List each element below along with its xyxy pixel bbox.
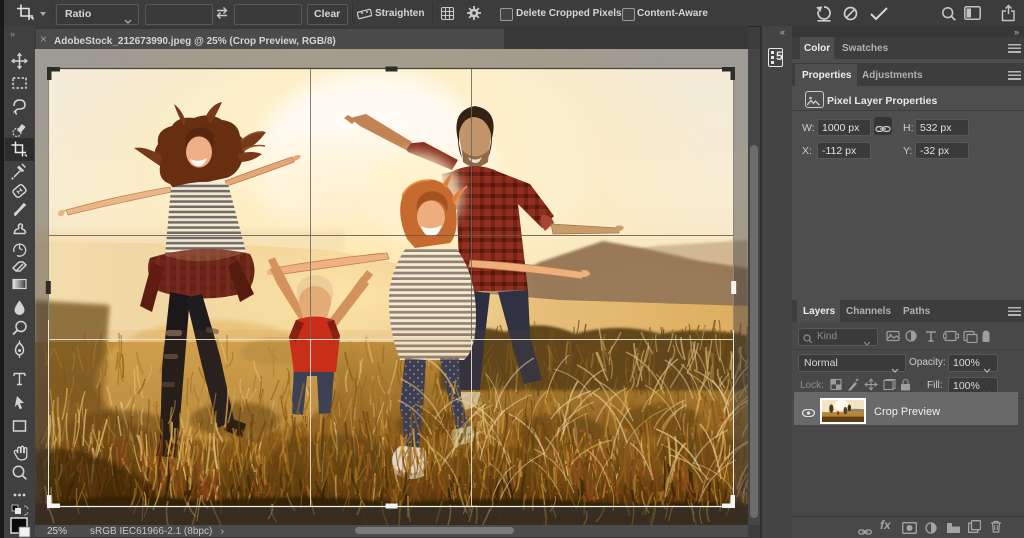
svg-text:»: » (10, 29, 15, 39)
